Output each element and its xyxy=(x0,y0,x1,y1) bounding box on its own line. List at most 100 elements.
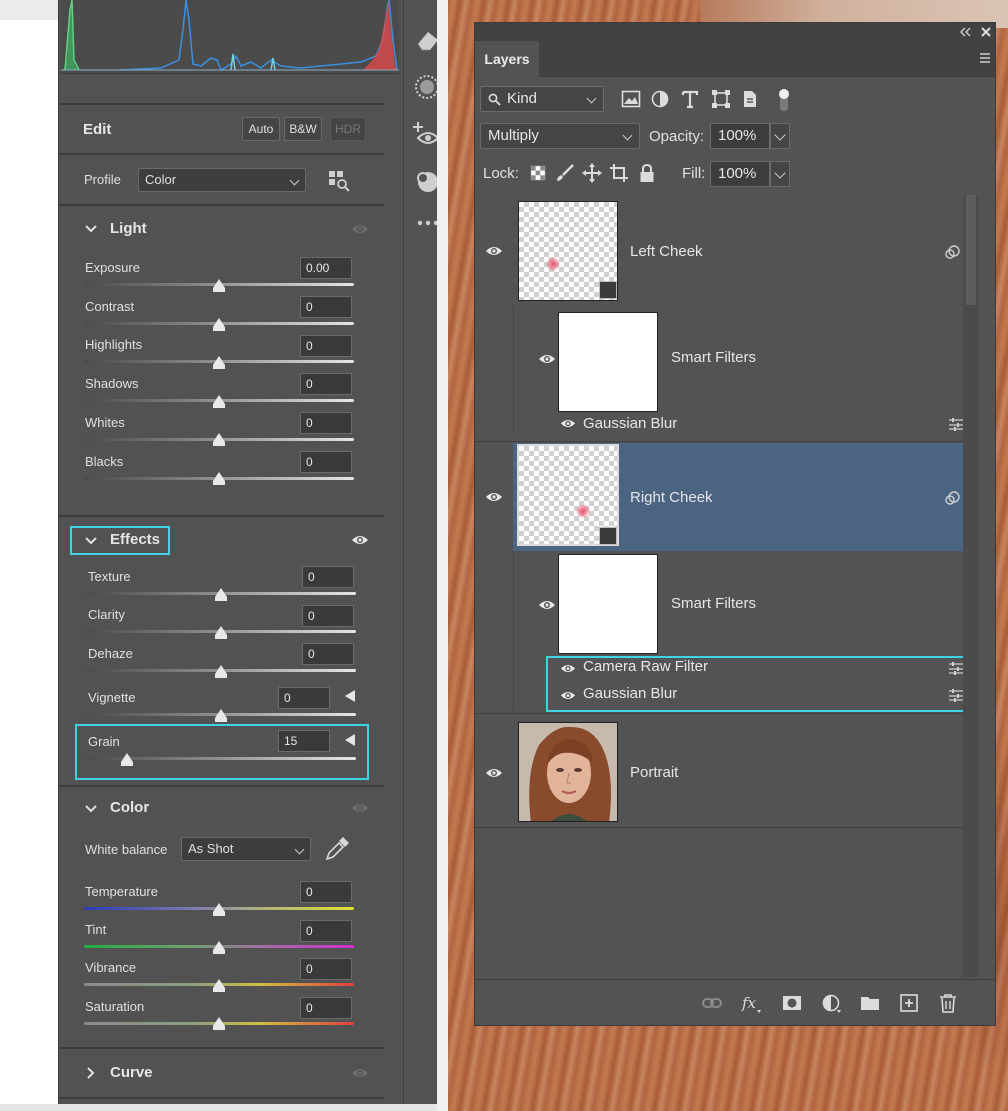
layer-row-portrait[interactable]: Portrait xyxy=(475,715,979,825)
portrait-visibility-eye-icon[interactable] xyxy=(485,767,503,779)
shadows-value-field[interactable]: 0 xyxy=(300,373,352,395)
right-cheek-gaussian-blur-label[interactable]: Gaussian Blur xyxy=(583,685,677,702)
lock-all-padlock-icon[interactable] xyxy=(639,163,655,183)
new-adjustment-layer-icon[interactable] xyxy=(821,992,843,1014)
profile-browser-icon[interactable] xyxy=(328,169,352,193)
right-cheek-gaussian-blur-options-icon[interactable] xyxy=(948,688,964,702)
left-cheek-gaussian-blur-label[interactable]: Gaussian Blur xyxy=(583,415,677,432)
red-eye-tool-icon[interactable] xyxy=(412,120,440,150)
left-cheek-gaussian-blur-options-icon[interactable] xyxy=(948,417,964,431)
right-cheek-smart-filters-eye-icon[interactable] xyxy=(538,599,556,611)
contrast-slider-thumb[interactable] xyxy=(213,318,225,331)
contrast-value-field[interactable]: 0 xyxy=(300,296,352,318)
camera-raw-filter-options-icon[interactable] xyxy=(948,661,964,675)
light-collapse-chevron-icon[interactable] xyxy=(84,222,98,236)
new-group-folder-icon[interactable] xyxy=(859,992,881,1014)
camera-raw-filter-eye-icon[interactable] xyxy=(560,663,576,674)
tint-value-field[interactable]: 0 xyxy=(300,920,352,942)
curve-visibility-eye-icon[interactable] xyxy=(351,1067,369,1079)
left-cheek-gaussian-blur-eye-icon[interactable] xyxy=(560,418,576,429)
fill-field[interactable]: 100% xyxy=(710,161,770,187)
clarity-value-field[interactable]: 0 xyxy=(302,605,354,627)
effects-visibility-eye-icon[interactable] xyxy=(351,534,369,546)
filter-adjustment-layers-icon[interactable] xyxy=(651,90,669,108)
layer-row-right-cheek[interactable]: Right Cheek xyxy=(475,443,963,551)
collapse-panel-icon[interactable] xyxy=(959,27,971,37)
opacity-field[interactable]: 100% xyxy=(710,123,770,149)
tint-slider-thumb[interactable] xyxy=(213,941,225,954)
add-layer-mask-icon[interactable] xyxy=(781,992,803,1014)
lock-transparent-pixels-icon[interactable] xyxy=(530,165,546,181)
curve-expand-chevron-icon[interactable] xyxy=(84,1066,98,1080)
vignette-label: Vignette xyxy=(88,690,136,705)
vignette-slider-thumb[interactable] xyxy=(215,709,227,722)
right-cheek-visibility-eye-icon[interactable] xyxy=(485,491,503,503)
dehaze-value-field[interactable]: 0 xyxy=(302,643,354,665)
opacity-dropdown-button[interactable] xyxy=(770,123,790,149)
lock-artboard-icon[interactable] xyxy=(609,163,629,183)
left-cheek-filter-effects-icon[interactable] xyxy=(945,245,961,259)
lock-image-pixels-icon[interactable] xyxy=(555,163,575,183)
layers-panel: Layers Kind Multiply Opacity: 100% Lock:… xyxy=(474,22,996,1026)
texture-slider-thumb[interactable] xyxy=(215,588,227,601)
layer-row-left-cheek[interactable]: Left Cheek xyxy=(475,195,963,305)
filter-type-layers-icon[interactable] xyxy=(681,89,699,109)
filter-shape-layers-icon[interactable] xyxy=(711,89,731,109)
highlights-slider-thumb[interactable] xyxy=(213,356,225,369)
left-cheek-smart-filters-eye-icon[interactable] xyxy=(538,353,556,365)
vibrance-value-field[interactable]: 0 xyxy=(300,958,352,980)
grain-value-field[interactable]: 15 xyxy=(278,730,330,752)
link-layers-icon[interactable] xyxy=(701,992,723,1014)
whites-slider-thumb[interactable] xyxy=(213,433,225,446)
right-cheek-gaussian-blur-eye-icon[interactable] xyxy=(560,690,576,701)
filter-smart-objects-icon[interactable] xyxy=(741,89,759,109)
highlights-value-field[interactable]: 0 xyxy=(300,335,352,357)
blacks-slider-thumb[interactable] xyxy=(213,472,225,485)
exposure-value-field[interactable]: 0.00 xyxy=(300,257,352,279)
blend-mode-dropdown[interactable]: Multiply xyxy=(480,123,640,149)
auto-button[interactable]: Auto xyxy=(242,117,280,141)
saturation-value-field[interactable]: 0 xyxy=(300,997,352,1019)
new-layer-icon[interactable] xyxy=(898,992,920,1014)
lock-position-move-icon[interactable] xyxy=(582,163,602,183)
texture-value-field[interactable]: 0 xyxy=(302,566,354,588)
filter-toggle-icon[interactable] xyxy=(777,87,791,113)
saturation-slider-thumb[interactable] xyxy=(213,1017,225,1030)
fill-dropdown-button[interactable] xyxy=(770,161,790,187)
delete-layer-trash-icon[interactable] xyxy=(937,992,959,1014)
dehaze-slider-thumb[interactable] xyxy=(215,665,227,678)
bw-button[interactable]: B&W xyxy=(284,117,322,141)
layer-filter-kind-dropdown[interactable]: Kind xyxy=(480,86,604,112)
vibrance-slider-thumb[interactable] xyxy=(213,979,225,992)
profile-dropdown[interactable]: Color xyxy=(138,168,306,192)
grain-expand-triangle-icon[interactable] xyxy=(344,733,356,747)
layers-scrollbar-thumb[interactable] xyxy=(966,195,976,305)
blacks-value-field[interactable]: 0 xyxy=(300,451,352,473)
filter-pixel-layers-icon[interactable] xyxy=(621,90,641,108)
whites-value-field[interactable]: 0 xyxy=(300,412,352,434)
close-panel-icon[interactable] xyxy=(980,26,992,38)
left-cheek-visibility-eye-icon[interactable] xyxy=(485,245,503,257)
color-visibility-eye-icon[interactable] xyxy=(351,802,369,814)
grain-slider-thumb[interactable] xyxy=(121,753,133,766)
vignette-expand-triangle-icon[interactable] xyxy=(344,689,356,703)
temperature-slider-thumb[interactable] xyxy=(213,903,225,916)
layer-style-fx-icon[interactable]: fx xyxy=(741,992,763,1014)
color-collapse-chevron-icon[interactable] xyxy=(84,802,98,816)
white-balance-dropdown[interactable]: As Shot xyxy=(181,837,311,861)
exposure-slider-thumb[interactable] xyxy=(213,279,225,292)
panel-menu-icon[interactable] xyxy=(979,53,991,63)
temperature-value-field[interactable]: 0 xyxy=(300,881,352,903)
camera-raw-filter-label[interactable]: Camera Raw Filter xyxy=(583,658,708,675)
vignette-value-field[interactable]: 0 xyxy=(278,687,330,709)
layers-scrollbar[interactable] xyxy=(963,195,979,977)
clarity-slider-thumb[interactable] xyxy=(215,626,227,639)
effects-collapse-chevron-icon[interactable] xyxy=(84,534,98,548)
white-balance-eyedropper-icon[interactable] xyxy=(324,836,350,862)
hdr-button[interactable]: HDR xyxy=(330,117,366,141)
right-cheek-thumbnail-dot xyxy=(576,504,590,518)
shadows-slider-thumb[interactable] xyxy=(213,395,225,408)
light-visibility-eye-icon[interactable] xyxy=(351,223,369,235)
right-cheek-filter-effects-icon[interactable] xyxy=(945,491,961,505)
tab-layers[interactable]: Layers xyxy=(475,41,539,77)
